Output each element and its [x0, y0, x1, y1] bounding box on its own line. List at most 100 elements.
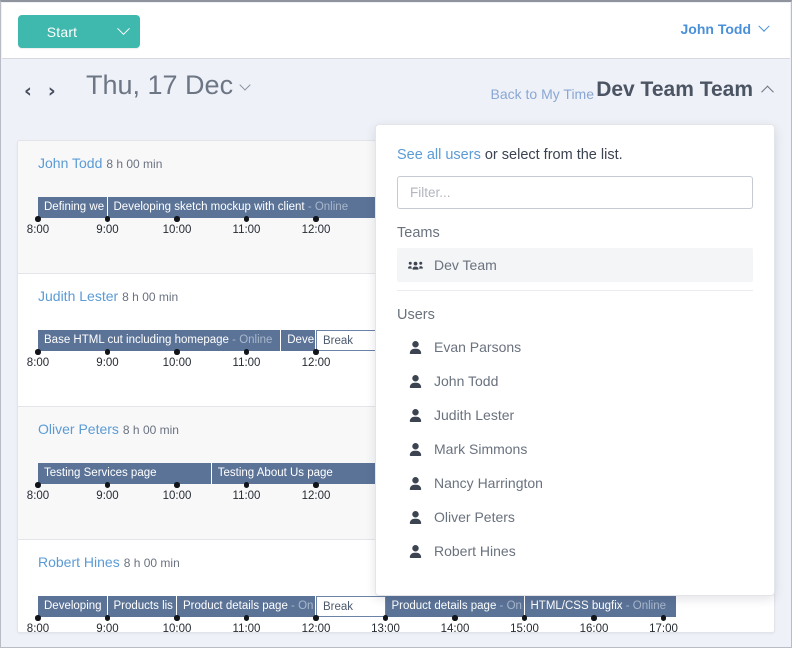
user-name-link[interactable]: John Todd — [38, 155, 102, 171]
chevron-down-icon — [758, 20, 770, 32]
timeline-task-bar[interactable]: Developing — [38, 596, 108, 617]
axis-tick-label: 8:00 — [26, 357, 50, 369]
bar-label: Base HTML cut including homepage — [44, 334, 229, 346]
axis-tick-label: 8:00 — [26, 224, 50, 236]
axis-tick-label: 12:00 — [301, 623, 331, 633]
axis-tick-dot — [104, 216, 110, 222]
teams-section-label: Teams — [397, 225, 440, 241]
axis-tick-dot — [35, 349, 41, 355]
timeline-task-bar[interactable]: Product details page - On — [177, 596, 316, 617]
axis-tick-label: 9:00 — [96, 357, 119, 369]
user-list-item[interactable]: Mark Simmons — [397, 432, 753, 466]
axis-tick-dot — [174, 349, 180, 355]
user-name-link[interactable]: Judith Lester — [38, 288, 118, 304]
user-icon — [407, 476, 423, 490]
users-group-icon — [407, 258, 423, 272]
axis-tick-dot — [174, 615, 180, 621]
bar-label-suffix: - Online — [622, 600, 666, 612]
bar-label: Defining we — [44, 201, 105, 213]
user-icon — [407, 374, 423, 388]
axis-tick-dot — [174, 482, 180, 488]
user-name-link[interactable]: Robert Hines — [38, 554, 120, 570]
account-menu[interactable]: John Todd — [681, 20, 770, 37]
axis-tick-label: 14:00 — [440, 623, 470, 633]
timeline-break-bar[interactable]: Break — [316, 596, 386, 617]
timeline-bars: Developing Products lis Product details pa… — [38, 596, 774, 617]
top-bar: Start John Todd — [2, 3, 790, 59]
axis-tick-dot — [660, 615, 666, 621]
bar-label: Break — [323, 335, 354, 347]
timeline-task-bar[interactable]: Testing About Us page — [211, 463, 386, 484]
timeline-task-bar[interactable]: Defining we — [38, 197, 108, 218]
date-picker-toggle[interactable]: Thu, 17 Dec — [86, 70, 251, 101]
axis-tick-label: 16:00 — [579, 623, 609, 633]
start-timer-button[interactable]: Start — [18, 15, 140, 48]
axis-tick-label: 8:00 — [26, 623, 50, 633]
axis-tick-label: 9:00 — [96, 224, 119, 236]
axis-tick-label: 8:00 — [26, 490, 50, 502]
filter-input[interactable] — [397, 176, 753, 209]
timeline-task-bar[interactable]: Base HTML cut including homepage - Onlin… — [38, 330, 282, 351]
user-icon — [407, 510, 423, 524]
timeline-task-bar[interactable]: Developing sketch mockup with client - O… — [107, 197, 386, 218]
team-title-label: Dev Team Team — [596, 78, 753, 101]
team-list-item[interactable]: Dev Team — [397, 248, 753, 282]
user-icon — [407, 340, 423, 354]
axis-tick-dot — [174, 216, 180, 222]
bar-label: Product details page — [183, 600, 288, 612]
user-list-item[interactable]: Judith Lester — [397, 398, 753, 432]
bar-label-suffix: - On — [496, 600, 522, 612]
axis-tick-label: 11:00 — [232, 224, 261, 236]
chevron-up-icon — [761, 85, 774, 98]
user-list-item[interactable]: Oliver Peters — [397, 500, 753, 534]
axis-tick-label: 13:00 — [371, 623, 400, 633]
date-arrows: ‹ › — [24, 82, 56, 101]
axis-tick-label: 10:00 — [162, 490, 192, 502]
user-list-item[interactable]: Evan Parsons — [397, 330, 753, 364]
list-item-label: Mark Simmons — [434, 441, 528, 457]
axis-tick-dot — [521, 615, 527, 621]
axis-tick-label: 9:00 — [96, 490, 119, 502]
panel-headline-rest: or select from the list. — [480, 147, 623, 163]
axis-tick-dot — [313, 615, 319, 621]
bar-label: Developing sketch mockup with client — [113, 201, 305, 213]
timeline-task-bar[interactable]: Products lis — [107, 596, 177, 617]
previous-day-button[interactable]: ‹ — [24, 82, 32, 101]
bar-label-suffix: - Online — [228, 334, 273, 346]
timeline-task-bar[interactable]: Product details page - On — [385, 596, 525, 617]
next-day-button[interactable]: › — [48, 82, 56, 101]
axis-tick-dot — [313, 482, 319, 488]
bar-label: Products lis — [113, 600, 173, 612]
axis-tick-label: 12:00 — [301, 224, 331, 236]
user-list-item[interactable]: John Todd — [397, 364, 753, 398]
axis-tick-label: 10:00 — [162, 224, 192, 236]
list-item-label: Dev Team — [434, 257, 497, 273]
bar-label: Testing About Us page — [217, 467, 333, 479]
users-section-label: Users — [397, 307, 435, 323]
chevron-down-icon — [117, 22, 130, 36]
team-user-selector-panel: See all users or select from the list. T… — [375, 124, 775, 596]
axis-tick-dot — [243, 349, 249, 355]
start-dropdown-toggle[interactable] — [106, 15, 140, 48]
list-item-label: John Todd — [434, 373, 499, 389]
timeline-task-bar[interactable]: Deve — [281, 330, 316, 351]
axis-tick-dot — [104, 482, 110, 488]
current-date-label: Thu, 17 Dec — [86, 70, 234, 100]
timeline-task-bar[interactable]: HTML/CSS bugfix - Online — [524, 596, 678, 617]
axis-tick-dot — [591, 615, 597, 621]
user-list-item[interactable]: Robert Hines — [397, 534, 753, 568]
user-list-item[interactable]: Nancy Harrington — [397, 466, 753, 500]
bar-label: Developing — [44, 600, 102, 612]
axis-tick-label: 17:00 — [649, 623, 678, 633]
timeline-task-bar[interactable]: Testing Services page — [38, 463, 212, 484]
user-name-link[interactable]: Oliver Peters — [38, 421, 119, 437]
user-total-duration: 8 h 00 min — [123, 556, 180, 570]
axis-tick-label: 15:00 — [510, 623, 539, 633]
team-selector-toggle[interactable]: Dev Team Team — [596, 78, 774, 102]
bar-label-suffix: - Online — [304, 201, 349, 213]
back-to-my-time-link[interactable]: Back to My Time — [491, 86, 594, 102]
see-all-users-link[interactable]: See all users — [397, 147, 481, 163]
axis-tick-dot — [313, 216, 319, 222]
panel-headline: See all users or select from the list. — [397, 147, 753, 163]
axis-tick-dot — [452, 615, 458, 621]
